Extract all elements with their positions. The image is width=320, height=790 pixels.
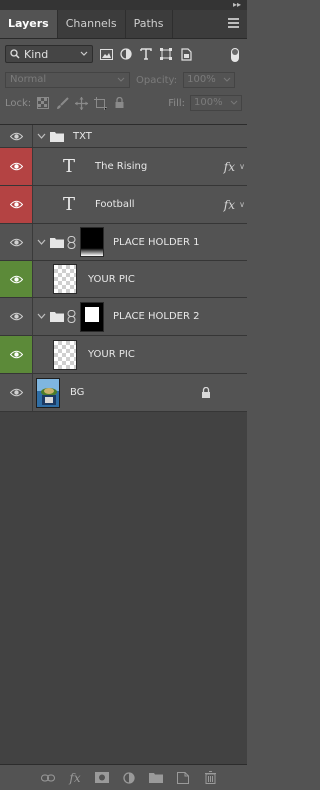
chevron-down-icon	[223, 77, 231, 82]
eye-icon	[9, 200, 23, 209]
opacity-value: 100%	[187, 74, 216, 85]
visibility-toggle[interactable]	[0, 336, 33, 373]
fx-effects-icon[interactable]: fx	[224, 198, 235, 212]
tab-channels[interactable]: Channels	[58, 10, 126, 38]
eye-icon	[9, 388, 23, 397]
eye-icon	[9, 162, 23, 171]
layer-name: Football	[95, 199, 135, 210]
lock-pixels-brush-icon[interactable]	[55, 96, 69, 110]
eye-icon	[9, 132, 23, 140]
layer-mask-thumbnail[interactable]	[80, 227, 104, 257]
visibility-toggle[interactable]	[0, 148, 33, 185]
visibility-toggle[interactable]	[0, 261, 33, 297]
eye-icon	[9, 275, 23, 283]
layer-style-fx-icon[interactable]: fx	[68, 771, 82, 785]
layer-text-the-rising[interactable]: T The Rising fx ∨	[0, 148, 247, 186]
folder-icon	[50, 131, 64, 142]
layer-thumbnail[interactable]	[53, 339, 77, 370]
lock-position-move-icon[interactable]	[74, 96, 88, 110]
layer-name: YOUR PIC	[88, 349, 135, 360]
filter-adjustment-icon[interactable]	[119, 47, 133, 61]
folder-icon	[50, 312, 64, 322]
visibility-toggle[interactable]	[0, 374, 33, 411]
lock-icon	[202, 387, 210, 398]
layer-name: PLACE HOLDER 1	[113, 236, 200, 248]
layer-group-txt[interactable]: TXT	[0, 125, 247, 148]
layer-name: YOUR PIC	[88, 273, 135, 285]
visibility-toggle[interactable]	[0, 186, 33, 223]
layer-thumbnail[interactable]	[53, 264, 77, 294]
panel-top-strip: ▸▸	[0, 0, 247, 10]
lock-transparent-icon[interactable]	[36, 96, 50, 110]
filter-row: Kind	[0, 39, 247, 69]
layer-your-pic-1[interactable]: YOUR PIC	[0, 261, 247, 298]
delete-layer-trash-icon[interactable]	[203, 771, 217, 785]
layers-bottom-toolbar: fx	[0, 764, 247, 790]
opacity-field[interactable]: 100%	[183, 72, 236, 88]
link-chain-icon[interactable]	[67, 310, 76, 323]
search-icon	[10, 49, 20, 59]
layer-mask-thumbnail[interactable]	[80, 301, 104, 332]
layer-group-place-holder-2[interactable]: PLACE HOLDER 2	[0, 298, 247, 336]
eye-icon	[9, 238, 23, 246]
layer-group-place-holder-1[interactable]: PLACE HOLDER 1	[0, 224, 247, 261]
fill-label: Fill:	[168, 97, 185, 109]
visibility-toggle[interactable]	[0, 125, 33, 147]
lock-artboard-icon[interactable]	[93, 96, 107, 110]
filter-type-icon[interactable]	[139, 47, 153, 61]
chevron-down-icon[interactable]: ∨	[239, 162, 245, 171]
new-group-folder-icon[interactable]	[149, 771, 163, 785]
tab-layers[interactable]: Layers	[0, 10, 58, 38]
chevron-down-icon[interactable]	[37, 133, 46, 140]
chevron-down-icon	[230, 100, 238, 105]
filter-kind-label: Kind	[24, 47, 49, 61]
filter-toggle-switch[interactable]	[231, 48, 239, 62]
filter-kind-select[interactable]: Kind	[5, 45, 93, 63]
fx-effects-icon[interactable]: fx	[224, 160, 235, 174]
chevron-down-icon	[80, 51, 88, 56]
link-layers-icon[interactable]	[41, 771, 55, 785]
filter-shape-icon[interactable]	[159, 47, 173, 61]
link-chain-icon[interactable]	[67, 235, 76, 249]
panel-menu-icon[interactable]	[228, 18, 239, 30]
fill-field[interactable]: 100%	[190, 95, 242, 111]
opacity-label: Opacity:	[136, 74, 178, 86]
folder-icon	[50, 237, 64, 248]
visibility-toggle[interactable]	[0, 298, 33, 335]
chevron-down-icon[interactable]	[37, 313, 46, 320]
layer-name: TXT	[73, 130, 92, 142]
filter-pixel-icon[interactable]	[99, 47, 113, 61]
collapse-panel-icon[interactable]: ▸▸	[233, 0, 241, 10]
blend-mode-value: Normal	[10, 74, 47, 85]
layer-name: The Rising	[95, 161, 148, 172]
chevron-down-icon[interactable]: ∨	[239, 200, 245, 209]
type-layer-icon: T	[62, 194, 75, 215]
add-mask-icon[interactable]	[95, 771, 109, 785]
visibility-toggle[interactable]	[0, 224, 33, 260]
tab-paths[interactable]: Paths	[126, 10, 173, 38]
chevron-down-icon	[117, 77, 125, 82]
background-thumbnail-image[interactable]	[36, 377, 60, 408]
filter-smart-object-icon[interactable]	[179, 47, 193, 61]
new-layer-icon[interactable]	[176, 771, 190, 785]
layers-list: TXT T The Rising fx ∨ T Football fx ∨ PL…	[0, 124, 247, 765]
fill-value: 100%	[194, 97, 223, 108]
blend-mode-select[interactable]: Normal	[5, 72, 130, 88]
tab-bar: Layers Channels Paths	[0, 10, 247, 39]
eye-icon	[9, 350, 23, 359]
type-layer-icon: T	[62, 156, 75, 177]
layer-bg[interactable]: BG	[0, 374, 247, 412]
layer-name: BG	[70, 387, 85, 398]
lock-all-icon[interactable]	[112, 96, 126, 110]
eye-icon	[9, 312, 23, 321]
blend-row: Normal Opacity: 100%	[0, 69, 247, 91]
chevron-down-icon[interactable]	[37, 239, 46, 246]
layer-text-football[interactable]: T Football fx ∨	[0, 186, 247, 224]
layer-name: PLACE HOLDER 2	[113, 311, 200, 322]
layer-your-pic-2[interactable]: YOUR PIC	[0, 336, 247, 374]
lock-row: Lock: Fill: 100%	[0, 91, 247, 115]
adjustment-layer-icon[interactable]	[122, 771, 136, 785]
lock-label: Lock:	[5, 97, 32, 109]
